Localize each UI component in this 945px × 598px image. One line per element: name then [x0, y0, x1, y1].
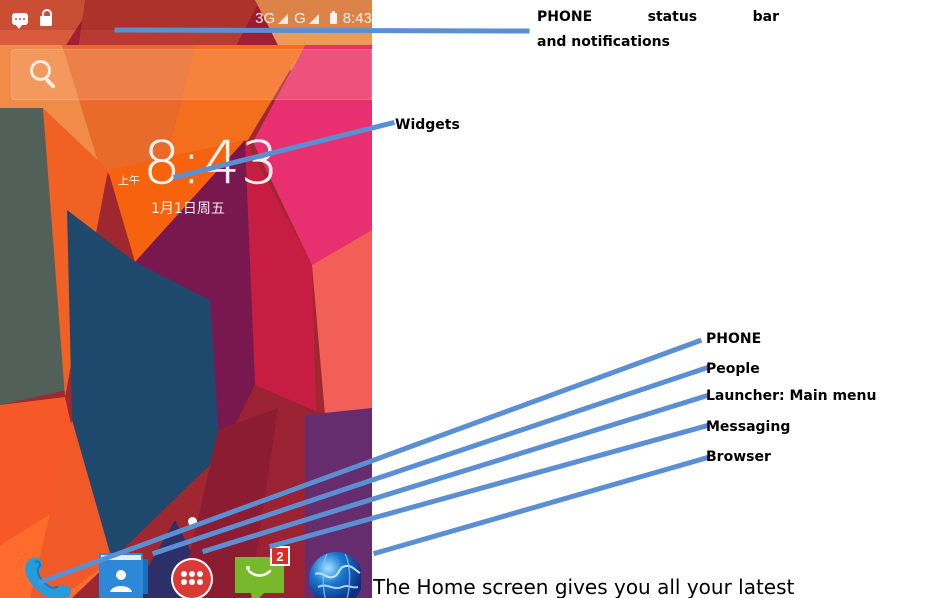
status-bar-callout-line-1: PHONE status bar: [537, 9, 779, 25]
clock-date: 1月1日周五: [151, 201, 225, 217]
messaging-app-icon[interactable]: 2: [233, 546, 291, 598]
clock-time: 8:43: [143, 128, 280, 197]
network-type-second: G: [294, 10, 306, 27]
chat-icon: [12, 13, 28, 29]
page-indicator: [188, 517, 197, 526]
messaging-icon: 2: [235, 546, 290, 598]
browser-callout-line: [372, 454, 710, 557]
message-badge-count: 2: [276, 549, 283, 564]
phone-app-icon[interactable]: [20, 546, 78, 598]
battery-icon: [329, 11, 337, 24]
clock-widget[interactable]: 上午 8:43 1月1日周五: [118, 128, 280, 223]
browser-app-icon[interactable]: [303, 546, 363, 598]
launcher-icon: [171, 558, 213, 598]
notification-icons: [12, 9, 52, 29]
home-screen-description: The Home screen gives you all your lates…: [373, 575, 795, 598]
browser-callout: Browser: [706, 449, 771, 465]
search-bar[interactable]: [11, 49, 372, 100]
status-bar: 3G G 8:43: [0, 0, 372, 30]
search-icon[interactable]: [29, 59, 55, 87]
status-time: 8:43: [342, 10, 372, 27]
launcher-callout: Launcher: Main menu: [706, 388, 877, 404]
widgets-callout: Widgets: [395, 117, 460, 133]
home-screen-guide-page: 3G G 8:43 上午 8:43 1月1日周五 2 PHONE status …: [0, 0, 945, 598]
clock-ampm: 上午: [118, 174, 140, 187]
launcher-main-menu-icon[interactable]: [164, 546, 222, 598]
network-type: 3G: [255, 10, 276, 27]
browser-icon: [309, 552, 363, 598]
status-bar-callout-line-2: and notifications: [537, 34, 670, 50]
status-indicators: 3G G 8:43: [255, 11, 372, 26]
status-bar-callout: PHONE status bar and notifications: [537, 4, 779, 55]
phone-icon: [25, 557, 71, 598]
people-app-icon[interactable]: [94, 546, 152, 598]
messaging-callout: Messaging: [706, 419, 791, 435]
people-icon: [99, 553, 148, 598]
signal-icon: [278, 13, 289, 24]
people-callout: People: [706, 361, 760, 377]
signal-icon: [308, 13, 319, 24]
phone-home-screen: 3G G 8:43 上午 8:43 1月1日周五 2: [0, 0, 372, 598]
favorites-dock: 2: [0, 536, 372, 598]
phone-callout: PHONE: [706, 331, 762, 347]
lock-icon: [40, 9, 52, 26]
